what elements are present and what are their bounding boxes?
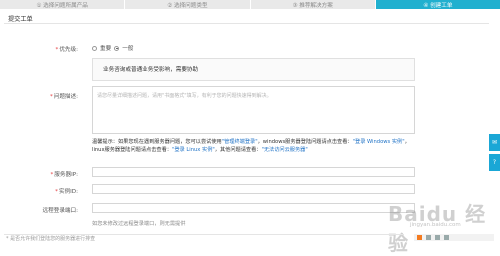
link-login-windows[interactable]: "登录 Windows 实例" — [353, 139, 405, 145]
question-icon[interactable]: ? — [489, 154, 500, 171]
instance-id-label: *实例ID: — [18, 187, 78, 195]
problem-label-text: 问题描述: — [53, 94, 78, 100]
server-ip-label: *服务器IP: — [18, 170, 79, 178]
step-label: ② 选择问题类型 — [167, 2, 208, 9]
remote-port-label: 远程登录端口: — [18, 206, 78, 214]
watermark-url: jingyan.baidu.com — [410, 222, 461, 228]
priority-tip-text: 业务咨询或普通业务受影响，需要协助 — [103, 67, 199, 73]
problem-placeholder: 请您尽量详细描述问题，请用"书面格式"填写，有利于您的问题快速得到解决。 — [97, 93, 272, 99]
step-progress-bar: ① 选择问题所属产品 ② 选择问题类型 ③ 推荐解决方案 ④ 创建工单 — [0, 0, 500, 9]
remote-port-note: 如您未修改过远程登录端口，则无需提供 — [92, 221, 186, 227]
instance-id-label-text: 实例ID: — [58, 189, 78, 195]
link-management-terminal[interactable]: "管理终端登录" — [222, 139, 258, 145]
link-login-linux[interactable]: "登录 Linux 实例" — [172, 147, 215, 153]
instance-id-input[interactable] — [92, 184, 415, 194]
s-logo-icon[interactable] — [417, 235, 422, 240]
section-divider — [4, 23, 489, 24]
hint-text: 温馨提示：如果您现在遇到服务器问题，您可以尝试使用"管理终端登录"，window… — [92, 138, 422, 154]
server-ip-label-text: 服务器IP: — [54, 172, 78, 178]
step-label: ④ 创建工单 — [423, 2, 453, 9]
step-recommend-solution: ③ 推荐解决方案 — [251, 0, 376, 9]
step-select-type: ② 选择问题类型 — [125, 0, 251, 9]
chat-icon[interactable]: ✉ — [489, 134, 500, 151]
remote-port-input[interactable] — [92, 203, 415, 213]
problem-label: *问题描述: — [18, 92, 78, 100]
hint-prefix: 温馨提示：如果您现在遇到服务器问题，您可以尝试使用 — [92, 139, 222, 145]
tool-icon[interactable] — [426, 235, 431, 240]
priority-label-text: 优先级: — [59, 47, 78, 53]
hint-mid3: ，其他问题请查看： — [214, 147, 262, 154]
required-mark: * — [49, 94, 53, 100]
hint-mid1: ，windows服务器登陆问题请点击查看： — [257, 139, 353, 145]
problem-description-textarea[interactable]: 请您尽量详细描述问题，请用"书面格式"填写，有利于您的问题快速得到解决。 — [92, 86, 415, 134]
priority-radio-group: 重要 一般 — [92, 44, 133, 52]
step-create-ticket: ④ 创建工单 — [375, 0, 500, 9]
required-mark: * — [55, 189, 58, 195]
server-ip-input[interactable] — [92, 167, 415, 177]
corner-toolbar — [414, 234, 494, 241]
remote-port-label-text: 远程登录端口: — [42, 208, 78, 214]
radio-normal-label[interactable]: 一般 — [122, 44, 133, 52]
tool-icon[interactable] — [435, 235, 440, 240]
section-title: 提交工单 — [8, 16, 33, 23]
step-label: ① 选择问题所属产品 — [36, 2, 88, 9]
radio-important-label[interactable]: 重要 — [100, 44, 111, 52]
step-select-product: ① 选择问题所属产品 — [0, 0, 126, 9]
priority-tip-box: 业务咨询或普通业务受影响，需要协助 — [92, 58, 415, 81]
required-mark: * — [50, 172, 54, 178]
step-label: ③ 推荐解决方案 — [292, 2, 333, 9]
required-mark: * — [55, 47, 59, 53]
priority-label: *优先级: — [18, 45, 78, 53]
radio-important[interactable] — [92, 45, 97, 51]
tool-icon[interactable] — [444, 235, 449, 240]
link-cannot-access[interactable]: "无法访问云服务器" — [261, 147, 307, 153]
radio-normal[interactable] — [114, 45, 120, 51]
